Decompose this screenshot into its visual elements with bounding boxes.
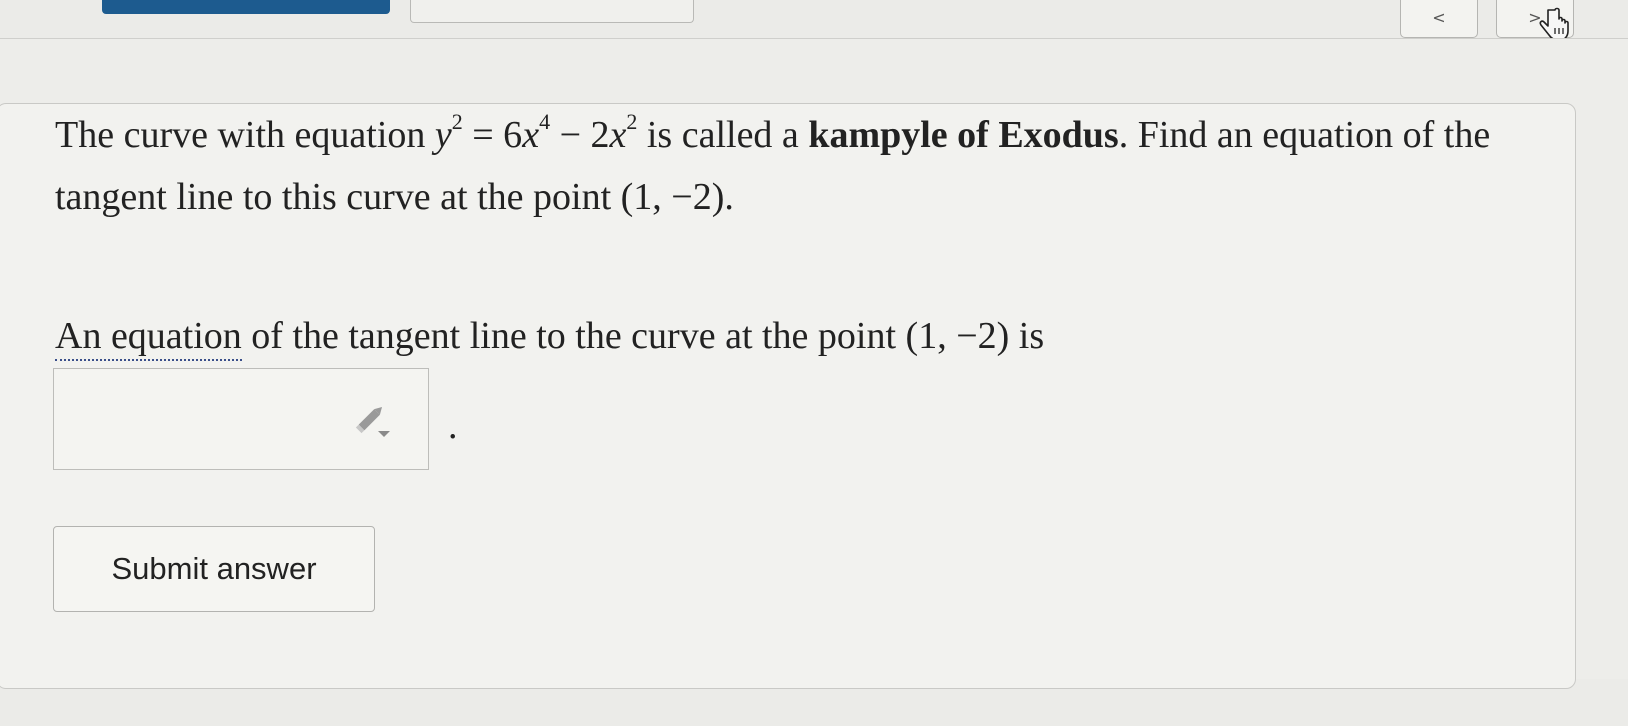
answer-input[interactable] (53, 368, 429, 470)
glossary-link-equation[interactable]: An equation (55, 315, 242, 361)
submit-answer-button[interactable]: Submit answer (53, 526, 375, 612)
top-navigation-bar: < > (0, 0, 1628, 41)
pencil-dropdown-icon[interactable] (354, 401, 394, 441)
answer-prompt: An equation of the tangent line to the c… (55, 308, 1044, 364)
submit-answer-label: Submit answer (111, 551, 317, 586)
progress-tab-active[interactable] (102, 0, 390, 14)
question-text: The curve with equation y2 = 6x4 − 2x2 i… (55, 109, 1491, 219)
previous-question-button[interactable]: < (1400, 0, 1478, 38)
term-kampyle-of-exodus: kampyle of Exodus (808, 114, 1119, 156)
answer-period: . (448, 405, 458, 447)
progress-tab[interactable] (410, 0, 694, 23)
chevron-left-icon: < (1432, 7, 1446, 27)
